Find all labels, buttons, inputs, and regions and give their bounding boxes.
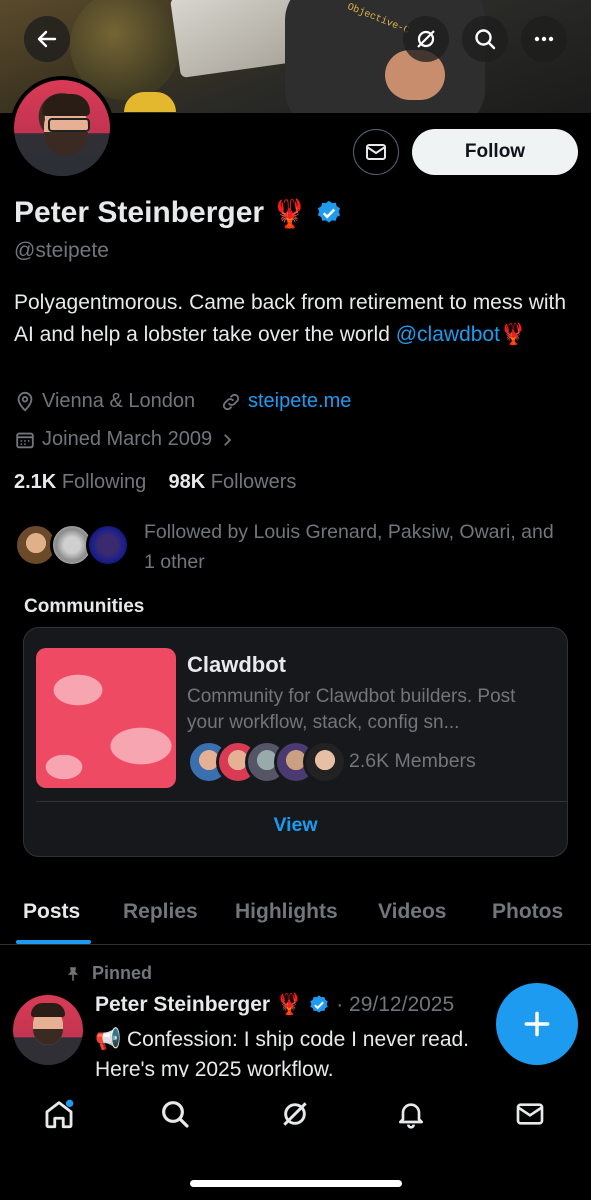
home-icon (45, 1099, 74, 1129)
grok-icon (283, 1102, 307, 1126)
location-text: Vienna & London (42, 390, 196, 412)
following-label: Following (61, 471, 147, 493)
profile-name-row: Peter Steinberger 🦞 (14, 196, 343, 230)
post-author-emoji: 🦞 (276, 993, 303, 1016)
mail-icon (366, 144, 386, 160)
post-date: · 29/12/2025 (336, 993, 455, 1016)
tab-posts[interactable]: Posts (23, 900, 80, 924)
post-text[interactable]: 📢 Confession: I ship code I never read. … (95, 1025, 515, 1077)
follower-avatar[interactable] (86, 523, 130, 567)
post-author-name[interactable]: Peter Steinberger (95, 993, 270, 1017)
bio-mention-link[interactable]: @clawdbot (396, 323, 500, 346)
profile-avatar[interactable] (10, 76, 114, 180)
nav-notifications[interactable] (391, 1094, 431, 1134)
profile-bio: Polyagentmorous. Came back from retireme… (14, 287, 574, 351)
follow-stats: 2.1K Following 98K Followers (14, 471, 296, 494)
tab-photos[interactable]: Photos (492, 900, 563, 924)
lobster-emoji: 🦞 (272, 197, 307, 229)
avatar-hair (31, 1003, 65, 1017)
profile-handle: @steipete (14, 239, 109, 262)
arrow-left-icon (37, 30, 57, 48)
banner-laptop (170, 0, 300, 78)
follow-button[interactable]: Follow (412, 129, 578, 175)
post-author-avatar[interactable] (13, 995, 83, 1065)
calendar-icon (16, 432, 34, 448)
tab-replies[interactable]: Replies (123, 900, 198, 924)
tab-highlights[interactable]: Highlights (235, 900, 338, 924)
avatar-shirt (14, 154, 110, 176)
nav-home[interactable] (39, 1094, 79, 1134)
joined-text: Joined March 2009 (42, 428, 213, 450)
avatar-beard (44, 132, 88, 156)
website-link[interactable]: steipete.me (248, 390, 351, 413)
community-image (36, 648, 176, 788)
post-line-2: Here's my 2025 workflow. (95, 1058, 334, 1077)
more-horizontal-icon (534, 36, 554, 42)
community-members: 2.6K Members (349, 750, 476, 772)
location: Vienna & London (14, 390, 195, 413)
post-header: Peter Steinberger 🦞 · 29/12/2025 (95, 993, 454, 1017)
search-button[interactable] (462, 16, 508, 62)
followed-by-text[interactable]: Followed by Louis Grenard, Paksiw, Owari… (144, 517, 564, 577)
plus-icon (524, 1011, 550, 1037)
active-tab-indicator (16, 940, 91, 944)
community-title: Clawdbot (187, 652, 286, 677)
more-button[interactable] (521, 16, 567, 62)
avatar-hair (42, 94, 90, 116)
communities-heading: Communities (24, 596, 145, 617)
verified-badge-icon[interactable] (315, 199, 343, 227)
verified-badge-icon (310, 995, 328, 1013)
search-icon (162, 1101, 189, 1128)
avatar-glasses (48, 118, 90, 132)
pin-icon (67, 966, 79, 981)
tab-videos[interactable]: Videos (378, 900, 446, 924)
messages-icon (516, 1103, 544, 1125)
profile-name: Peter Steinberger (14, 196, 265, 229)
following-count: 2.1K (14, 471, 57, 493)
member-avatar (303, 740, 347, 784)
joined[interactable]: Joined March 2009 (14, 428, 236, 451)
website[interactable]: steipete.me (220, 390, 351, 413)
chevron-right-icon (224, 433, 232, 446)
followers-stat[interactable]: 98K Followers (169, 471, 297, 493)
location-pin-icon (17, 391, 33, 412)
followers-count: 98K (168, 471, 206, 493)
following-stat[interactable]: 2.1K Following (14, 471, 146, 493)
community-description: Community for Clawdbot builders. Post yo… (187, 686, 516, 733)
nav-search[interactable] (155, 1094, 195, 1134)
grok-icon (417, 30, 435, 48)
home-indicator[interactable] (190, 1180, 402, 1187)
grok-button[interactable] (403, 16, 449, 62)
compose-post-button[interactable] (496, 983, 578, 1065)
message-button[interactable] (353, 129, 399, 175)
nav-grok[interactable] (275, 1094, 315, 1134)
link-icon (222, 393, 240, 410)
community-card[interactable]: Clawdbot Community for Clawdbot builders… (23, 627, 568, 857)
pinned-label: Pinned (92, 963, 153, 983)
community-divider (36, 801, 567, 802)
search-icon (475, 29, 496, 50)
nav-messages[interactable] (510, 1094, 550, 1134)
post-line-1: 📢 Confession: I ship code I never read. (95, 1028, 470, 1051)
notifications-icon (399, 1103, 423, 1129)
bio-emoji: 🦞 (499, 323, 527, 346)
followers-label: Followers (210, 471, 297, 493)
profile-tabs: Posts Replies Highlights Videos Photos (0, 888, 591, 945)
back-button[interactable] (24, 16, 70, 62)
pinned-indicator: Pinned (64, 963, 152, 984)
community-view-button[interactable]: View (24, 814, 567, 837)
avatar-beard (33, 1029, 63, 1045)
